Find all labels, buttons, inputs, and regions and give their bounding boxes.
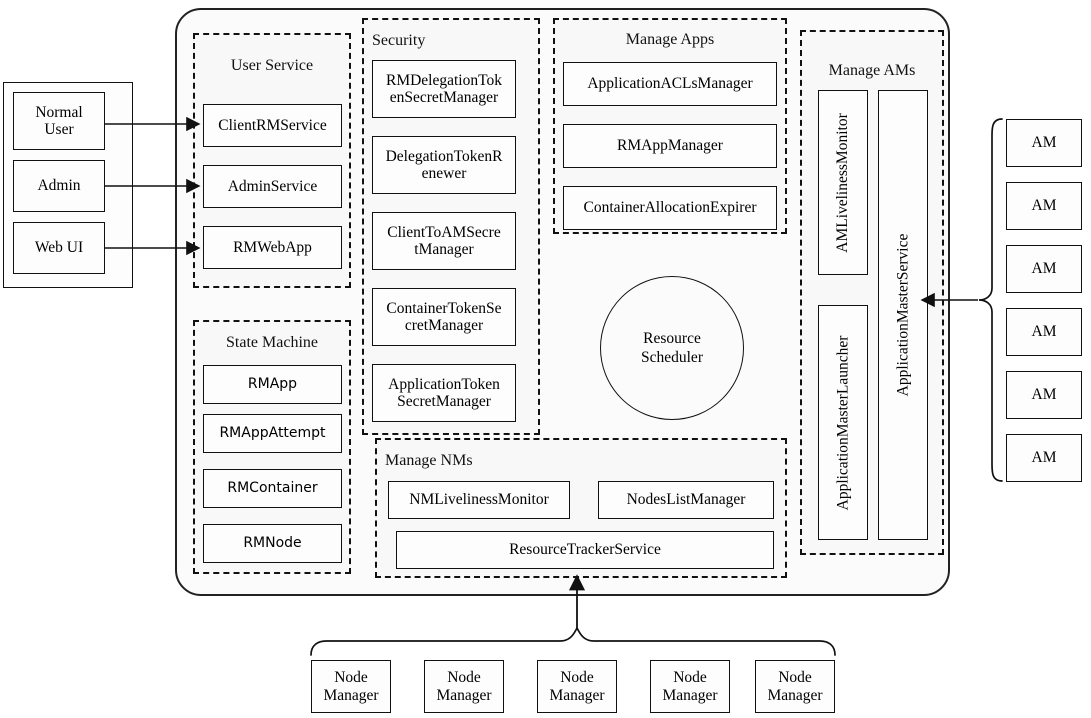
delegation-token-renewer-line2: enewer bbox=[421, 165, 467, 182]
client-normal-user-label-line1: Normal bbox=[35, 103, 83, 121]
nodes-list-manager-label: NodesListManager bbox=[626, 491, 746, 509]
client-admin-label: Admin bbox=[37, 177, 81, 195]
node-manager-4-line2: Manager bbox=[767, 686, 823, 704]
node-manager-3-line2: Manager bbox=[662, 686, 718, 704]
application-master-5[interactable]: AM bbox=[1006, 434, 1082, 482]
container-token-secret-manager-line2: cretManager bbox=[404, 317, 484, 334]
rmcontainer-label: RMContainer bbox=[227, 479, 318, 496]
rm-web-app-label: RMWebApp bbox=[233, 238, 312, 256]
client-admin[interactable]: Admin bbox=[13, 160, 105, 212]
client-web-ui[interactable]: Web UI bbox=[13, 222, 105, 274]
state-machine-rmappattempt[interactable]: RMAppAttempt bbox=[203, 414, 342, 453]
application-master-3[interactable]: AM bbox=[1006, 308, 1082, 356]
security-client-to-am-secret-manager[interactable]: ClientToAMSecre tManager bbox=[372, 212, 516, 270]
manage-ams-application-master-service[interactable]: ApplicationMasterService bbox=[878, 90, 928, 540]
rm-delegation-token-secret-manager-line1: RMDelegationTok bbox=[385, 71, 502, 89]
rm-app-manager-label: RMAppManager bbox=[617, 137, 723, 155]
client-normal-user-label-line2: User bbox=[44, 121, 74, 138]
user-service-title: User Service bbox=[230, 57, 314, 74]
state-machine-title: State Machine bbox=[226, 334, 318, 351]
manage-nms-resource-tracker-service[interactable]: ResourceTrackerService bbox=[396, 531, 774, 569]
application-token-secret-manager-line2: SecretManager bbox=[397, 393, 491, 410]
manage-apps-title: Manage Apps bbox=[625, 31, 715, 48]
node-manager-2-line1: Node bbox=[560, 669, 594, 687]
security-container-token-secret-manager[interactable]: ContainerTokenSe cretManager bbox=[372, 288, 516, 346]
node-manager-2-line2: Manager bbox=[549, 686, 605, 704]
manage-apps-container-allocation-expirer[interactable]: ContainerAllocationExpirer bbox=[563, 186, 777, 230]
user-service-client-rm-service[interactable]: ClientRMService bbox=[203, 104, 342, 147]
manage-ams-am-liveliness-monitor[interactable]: AMLivelinessMonitor bbox=[818, 90, 868, 275]
node-manager-4-line1: Node bbox=[778, 669, 812, 687]
container-allocation-expirer-label: ContainerAllocationExpirer bbox=[583, 199, 757, 217]
client-to-am-secret-manager-line1: ClientToAMSecre bbox=[387, 223, 501, 241]
resource-tracker-service-label: ResourceTrackerService bbox=[509, 541, 661, 559]
am-brace bbox=[978, 118, 1003, 482]
application-acls-manager-label: ApplicationACLsManager bbox=[587, 75, 753, 93]
rmapp-label: RMApp bbox=[247, 375, 298, 392]
application-master-0[interactable]: AM bbox=[1006, 119, 1082, 167]
container-token-secret-manager-line1: ContainerTokenSe bbox=[386, 299, 502, 317]
manage-nms-title: Manage NMs bbox=[385, 452, 473, 469]
node-manager-2[interactable]: Node Manager bbox=[537, 660, 617, 713]
application-master-0-label: AM bbox=[1031, 134, 1057, 152]
resource-scheduler[interactable]: Resource Scheduler bbox=[600, 276, 744, 420]
client-normal-user[interactable]: Normal User bbox=[13, 92, 105, 150]
client-web-ui-label: Web UI bbox=[34, 239, 84, 257]
state-machine-rmapp[interactable]: RMApp bbox=[203, 365, 342, 404]
resource-scheduler-line1: Resource bbox=[643, 329, 701, 347]
manage-nms-nm-liveliness-monitor[interactable]: NMLivelinessMonitor bbox=[388, 481, 570, 519]
node-manager-1[interactable]: Node Manager bbox=[424, 660, 504, 713]
application-master-3-label: AM bbox=[1031, 323, 1057, 341]
manage-ams-application-master-launcher[interactable]: ApplicationMasterLauncher bbox=[818, 305, 868, 540]
application-token-secret-manager-line1: ApplicationToken bbox=[388, 375, 500, 393]
diagram-canvas: Normal User Admin Web UI User Service Cl… bbox=[0, 0, 1091, 718]
rmappattempt-label: RMAppAttempt bbox=[219, 424, 326, 441]
application-master-4[interactable]: AM bbox=[1006, 371, 1082, 419]
manage-nms-nodes-list-manager[interactable]: NodesListManager bbox=[598, 481, 774, 519]
application-master-2[interactable]: AM bbox=[1006, 245, 1082, 293]
manage-apps-application-acls-manager[interactable]: ApplicationACLsManager bbox=[563, 62, 777, 106]
application-master-4-label: AM bbox=[1031, 386, 1057, 404]
rm-delegation-token-secret-manager-line2: enSecretManager bbox=[389, 89, 499, 106]
application-master-5-label: AM bbox=[1031, 449, 1057, 467]
resource-scheduler-line2: Scheduler bbox=[641, 349, 703, 366]
application-master-1-label: AM bbox=[1031, 197, 1057, 215]
node-manager-0[interactable]: Node Manager bbox=[311, 660, 391, 713]
user-service-rm-web-app[interactable]: RMWebApp bbox=[203, 226, 342, 269]
application-master-2-label: AM bbox=[1031, 260, 1057, 278]
user-service-admin-service[interactable]: AdminService bbox=[203, 165, 342, 208]
manage-ams-title: Manage AMs bbox=[828, 62, 916, 79]
node-manager-1-line1: Node bbox=[447, 669, 481, 687]
client-to-am-secret-manager-line2: tManager bbox=[414, 241, 474, 258]
node-manager-4[interactable]: Node Manager bbox=[755, 660, 835, 713]
manage-apps-rm-app-manager[interactable]: RMAppManager bbox=[563, 124, 777, 168]
am-liveliness-monitor-label: AMLivelinessMonitor bbox=[834, 112, 851, 253]
security-delegation-token-renewer[interactable]: DelegationTokenR enewer bbox=[372, 136, 516, 194]
node-managers-brace bbox=[310, 626, 836, 656]
security-rm-delegation-token-secret-manager[interactable]: RMDelegationTok enSecretManager bbox=[372, 60, 516, 118]
application-master-launcher-label: ApplicationMasterLauncher bbox=[834, 335, 851, 510]
admin-service-label: AdminService bbox=[227, 177, 318, 195]
nm-liveliness-monitor-label: NMLivelinessMonitor bbox=[409, 491, 549, 509]
node-manager-3-line1: Node bbox=[673, 669, 707, 687]
application-master-service-label: ApplicationMasterService bbox=[894, 233, 912, 397]
rmnode-label: RMNode bbox=[243, 534, 302, 551]
delegation-token-renewer-line1: DelegationTokenR bbox=[385, 147, 503, 165]
client-rm-service-label: ClientRMService bbox=[218, 116, 327, 134]
security-title: Security bbox=[372, 32, 426, 49]
security-application-token-secret-manager[interactable]: ApplicationToken SecretManager bbox=[372, 364, 516, 422]
node-manager-0-line1: Node bbox=[334, 669, 368, 687]
state-machine-rmcontainer[interactable]: RMContainer bbox=[203, 469, 342, 508]
node-manager-0-line2: Manager bbox=[323, 686, 379, 704]
application-master-1[interactable]: AM bbox=[1006, 182, 1082, 230]
state-machine-rmnode[interactable]: RMNode bbox=[203, 524, 342, 563]
node-manager-3[interactable]: Node Manager bbox=[650, 660, 730, 713]
node-manager-1-line2: Manager bbox=[436, 686, 492, 704]
